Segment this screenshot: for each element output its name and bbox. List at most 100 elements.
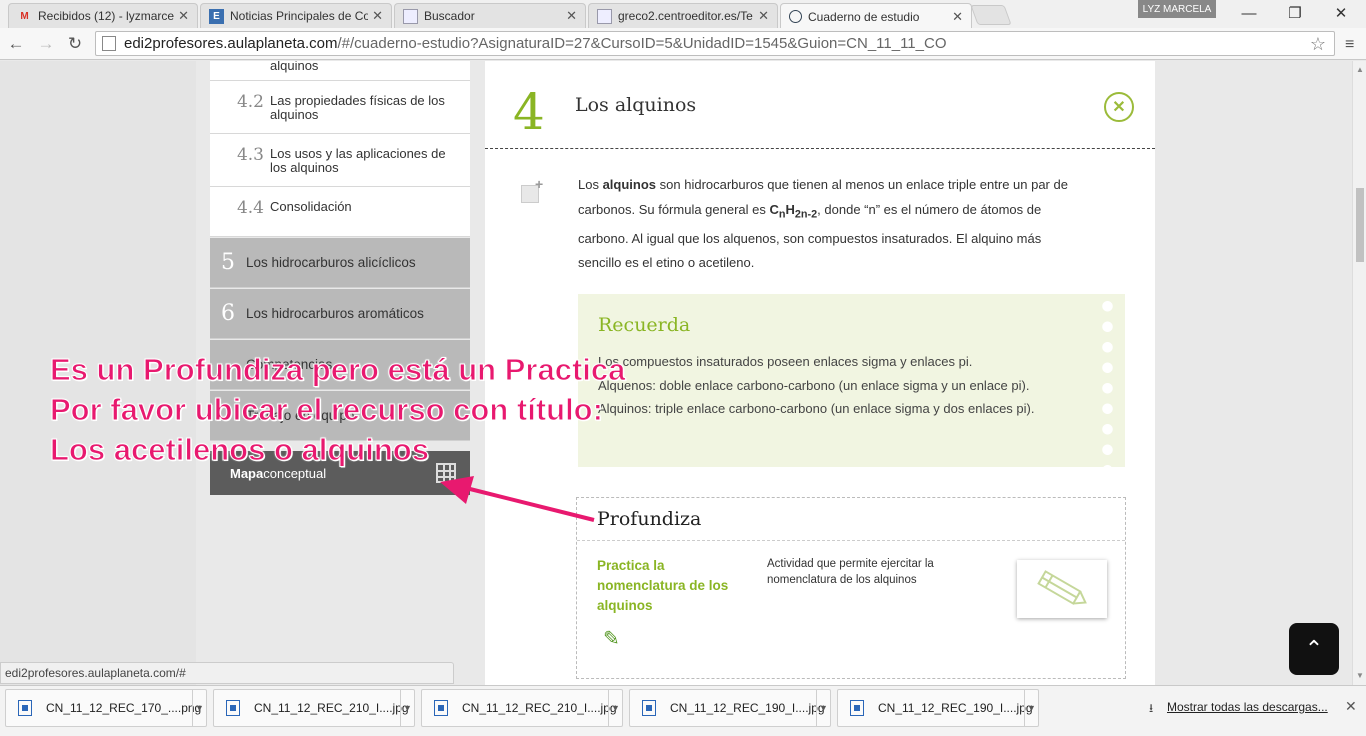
sidebar-item-label: Consolidación	[270, 199, 352, 214]
tab-cuaderno[interactable]: Cuaderno de estudio ✕	[780, 3, 972, 29]
download-filename: CN_11_12_REC_210_I....jpg	[462, 701, 617, 715]
restore-icon[interactable]: ❐	[1272, 2, 1318, 24]
image-file-icon	[642, 700, 656, 716]
tab-title: Noticias Principales de Co	[230, 9, 369, 23]
download-item[interactable]: CN_11_12_REC_190_I....jpg ▼	[629, 689, 831, 727]
section-number: 6	[221, 301, 235, 326]
annotation-line: Es un Profundiza pero está un Practica	[50, 352, 626, 388]
sidebar-item-partial[interactable]: alquinos	[210, 61, 470, 81]
download-filename: CN_11_12_REC_170_....png	[46, 701, 202, 715]
close-tab-icon[interactable]: ✕	[758, 8, 769, 24]
sidebar-item-label: Las propiedades físicas de los alquinos	[270, 93, 445, 122]
image-file-icon	[226, 700, 240, 716]
section-label: Los hidrocarburos alicíclicos	[246, 255, 416, 270]
item-number: 4.3	[236, 145, 264, 165]
section-number: 5	[221, 250, 235, 275]
profundiza-title: Profundiza	[597, 508, 702, 530]
download-filename: CN_11_12_REC_190_I....jpg	[670, 701, 825, 715]
sidebar-section-5[interactable]: 5 Los hidrocarburos alicíclicos	[210, 238, 470, 288]
scroll-top-button[interactable]: ⌃	[1289, 623, 1339, 675]
tab-title: Recibidos (12) - lyzmarcel	[38, 9, 175, 23]
downloads-bar: CN_11_12_REC_170_....png ▼ CN_11_12_REC_…	[0, 685, 1366, 736]
annotation-line: Los acetilenos o alquinos	[50, 432, 430, 468]
close-icon[interactable]: ✕	[1104, 92, 1134, 122]
sidebar-item-4-2[interactable]: 4.2 Las propiedades físicas de los alqui…	[210, 81, 470, 134]
news-icon: E	[209, 8, 224, 24]
pen-icon: ✎	[603, 628, 620, 650]
plus-icon: +	[535, 176, 544, 192]
close-tab-icon[interactable]: ✕	[178, 8, 189, 24]
tab-title: Cuaderno de estudio	[808, 9, 920, 24]
globe-icon	[789, 10, 802, 23]
chevron-down-icon[interactable]: ▼	[192, 690, 206, 726]
image-file-icon	[434, 700, 448, 716]
show-all-downloads-link[interactable]: Mostrar todas las descargas...	[1167, 700, 1328, 714]
chevron-down-icon[interactable]: ▼	[1024, 690, 1038, 726]
download-icon: ⭳	[1149, 701, 1154, 715]
close-window-icon[interactable]: ✕	[1318, 2, 1364, 24]
sidebar-item-label: alquinos	[270, 61, 319, 73]
sidebar-section-6[interactable]: 6 Los hidrocarburos aromáticos	[210, 289, 470, 339]
sidebar-item-4-3[interactable]: 4.3 Los usos y las aplicaciones de los a…	[210, 134, 470, 187]
bookmark-star-icon[interactable]: ☆	[1310, 34, 1326, 55]
back-arrow-icon[interactable]: ←	[5, 33, 27, 55]
scroll-down-icon[interactable]: ▼	[1356, 671, 1364, 680]
user-badge[interactable]: LYZ MARCELA	[1138, 0, 1216, 18]
chevron-down-icon[interactable]: ▼	[608, 690, 622, 726]
download-filename: CN_11_12_REC_210_I....jpg	[254, 701, 409, 715]
download-filename: CN_11_12_REC_190_I....jpg	[878, 701, 1033, 715]
annotation-text: Es un Profundiza pero está un Practica P…	[50, 350, 750, 470]
scroll-up-icon[interactable]: ▲	[1356, 65, 1364, 74]
new-tab-button[interactable]	[970, 5, 1012, 25]
sidebar-item-4-4[interactable]: 4.4 Consolidación	[210, 187, 470, 237]
chapter-header: 4 Los alquinos ✕	[485, 61, 1155, 149]
download-item[interactable]: CN_11_12_REC_210_I....jpg ▼	[213, 689, 415, 727]
browser-toolbar: ← → ↻ edi2profesores.aulaplaneta.com/#/c…	[0, 28, 1366, 60]
chapter-number: 4	[513, 83, 545, 141]
download-item[interactable]: CN_11_12_REC_170_....png ▼	[5, 689, 207, 727]
tab-greco[interactable]: greco2.centroeditor.es/Te ✕	[588, 3, 778, 28]
annotation-line: Por favor ubicar el recurso con título:	[50, 392, 604, 428]
page-icon	[597, 8, 612, 24]
close-tab-icon[interactable]: ✕	[372, 8, 383, 24]
image-file-icon	[18, 700, 32, 716]
forward-arrow-icon[interactable]: →	[35, 33, 57, 55]
tab-gmail[interactable]: M Recibidos (12) - lyzmarcel ✕	[8, 3, 198, 28]
tab-buscador[interactable]: Buscador ✕	[394, 3, 586, 28]
item-number: 4.4	[236, 198, 264, 218]
page-icon	[403, 8, 418, 24]
chevron-down-icon[interactable]: ▼	[400, 690, 414, 726]
page-scrollbar[interactable]: ▲ ▼	[1352, 61, 1366, 685]
tab-title: greco2.centroeditor.es/Te	[618, 9, 753, 23]
resource-title-link[interactable]: Practica la nomenclatura de los alquinos	[597, 556, 747, 616]
sidebar-item-label: Los usos y las aplicaciones de los alqui…	[270, 146, 446, 175]
pencil-thumbnail-icon	[1037, 570, 1087, 605]
minimize-icon[interactable]: —	[1226, 2, 1272, 24]
download-item[interactable]: CN_11_12_REC_190_I....jpg ▼	[837, 689, 1039, 727]
url-path: /#/cuaderno-estudio?AsignaturaID=27&Curs…	[337, 35, 947, 52]
resource-thumbnail[interactable]	[1017, 560, 1107, 618]
chapter-title: Los alquinos	[575, 94, 697, 116]
close-downloads-icon[interactable]: ✕	[1345, 698, 1357, 715]
download-item[interactable]: CN_11_12_REC_210_I....jpg ▼	[421, 689, 623, 727]
address-bar[interactable]: edi2profesores.aulaplaneta.com/#/cuadern…	[95, 31, 1335, 56]
section-label: Los hidrocarburos aromáticos	[246, 306, 424, 321]
intro-keyword: alquinos	[602, 177, 657, 192]
tab-noticias[interactable]: E Noticias Principales de Co ✕	[200, 3, 392, 28]
scrollbar-thumb[interactable]	[1356, 188, 1364, 262]
recuerda-title: Recuerda	[598, 314, 691, 336]
page-icon	[102, 36, 116, 51]
tab-title: Buscador	[424, 9, 475, 23]
chevron-down-icon[interactable]: ▼	[816, 690, 830, 726]
resource-description: Actividad que permite ejercitar la nomen…	[767, 558, 934, 586]
profundiza-box: Profundiza Practica la nomenclatura de l…	[576, 497, 1126, 679]
reload-icon[interactable]: ↻	[64, 33, 86, 55]
close-tab-icon[interactable]: ✕	[952, 9, 963, 25]
url-text[interactable]: edi2profesores.aulaplaneta.com/#/cuadern…	[124, 35, 947, 52]
chapter-intro: Los alquinos son hidrocarburos que tiene…	[578, 173, 1088, 276]
menu-icon[interactable]: ≡	[1345, 36, 1354, 54]
image-file-icon	[850, 700, 864, 716]
formula: CnH2n-2	[769, 201, 818, 221]
close-tab-icon[interactable]: ✕	[566, 8, 577, 24]
status-url: edi2profesores.aulaplaneta.com/#	[0, 662, 454, 684]
